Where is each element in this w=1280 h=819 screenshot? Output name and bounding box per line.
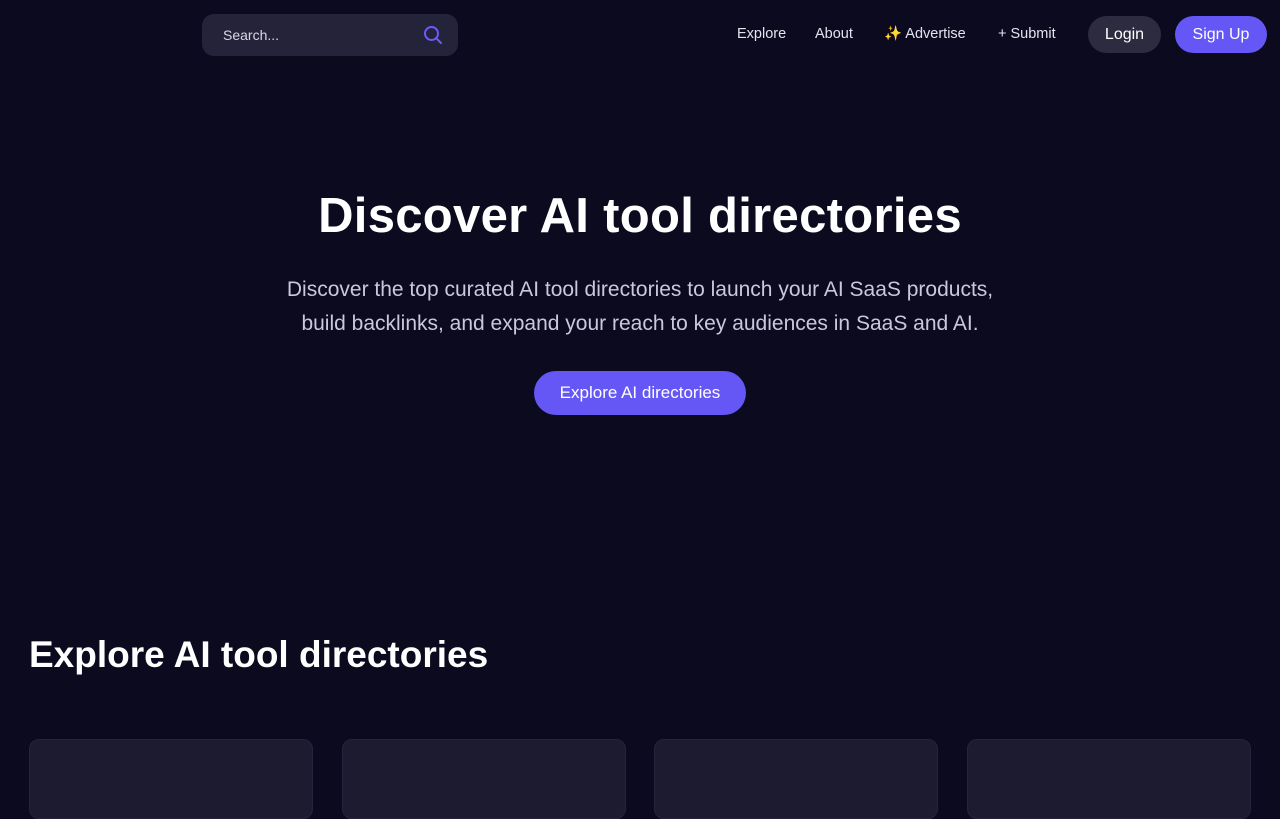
hero-subtitle-line-2: build backlinks, and expand your reach t… — [301, 312, 979, 335]
search-icon[interactable] — [422, 24, 444, 46]
login-button[interactable]: Login — [1088, 16, 1161, 53]
nav-submit[interactable]: + Submit — [998, 24, 1056, 44]
nav-explore[interactable]: Explore — [737, 24, 786, 44]
hero-subtitle-line-1: Discover the top curated AI tool directo… — [286, 278, 994, 301]
nav-advertise[interactable]: ✨ Advertise — [884, 24, 966, 44]
directory-card[interactable] — [29, 739, 313, 819]
search-bar[interactable] — [202, 14, 458, 56]
sign-up-button[interactable]: Sign Up — [1175, 16, 1267, 53]
search-input[interactable] — [223, 27, 422, 43]
directory-card[interactable] — [967, 739, 1251, 819]
directory-card[interactable] — [654, 739, 938, 819]
hero-subtitle: Discover the top curated AI tool directo… — [0, 273, 1280, 341]
directory-card-grid — [29, 739, 1251, 819]
directory-card[interactable] — [342, 739, 626, 819]
section-title: Explore AI tool directories — [29, 634, 489, 675]
hero-title: Discover AI tool directories — [318, 189, 962, 243]
site-header: Explore About ✨ Advertise + Submit Login… — [0, 0, 1280, 68]
explore-directories-button[interactable]: Explore AI directories — [534, 371, 746, 415]
nav-about[interactable]: About — [815, 24, 853, 44]
